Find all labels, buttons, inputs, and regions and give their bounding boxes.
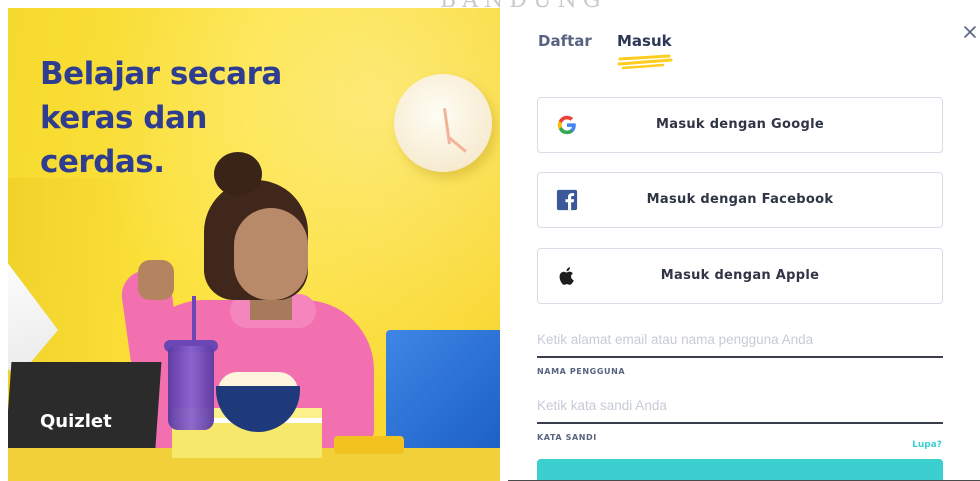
apple-login-label: Masuk dengan Apple [660,268,820,283]
quizlet-logo: Quizlet [40,411,112,432]
facebook-login-button[interactable]: Masuk dengan Facebook [537,172,943,228]
straw-illustration [192,296,196,344]
password-input[interactable] [537,388,943,424]
page-backdrop: BANDUNG [0,0,980,13]
username-label: NAMA PENGGUNA [537,367,626,376]
wall-clock-illustration [394,74,492,172]
apple-login-button[interactable]: Masuk dengan Apple [537,248,943,304]
facebook-login-label: Masuk dengan Facebook [646,192,834,207]
student-face [234,208,308,300]
forgot-password-link[interactable]: Lupa? [906,440,942,450]
login-modal: Belajar secara keras dan cerdas. Quizlet… [8,8,980,481]
tab-daftar[interactable]: Daftar [538,32,592,50]
auth-panel: Daftar Masuk Masuk dengan Google Masuk d… [500,8,980,481]
active-tab-underline [617,54,673,70]
tab-masuk[interactable]: Masuk [617,32,672,50]
cup-illustration [168,346,214,430]
student-fist [138,260,174,300]
stapler-illustration [334,436,404,454]
hero-panel: Belajar secara keras dan cerdas. Quizlet [8,8,500,481]
laptop-illustration [386,330,500,450]
close-icon[interactable] [962,24,978,40]
password-label: KATA SANDI [537,433,597,442]
hero-title: Belajar secara keras dan cerdas. [40,56,282,180]
username-input[interactable] [537,322,943,358]
google-login-button[interactable]: Masuk dengan Google [537,97,943,153]
login-submit-button[interactable] [537,459,943,481]
google-login-label: Masuk dengan Google [656,117,824,132]
